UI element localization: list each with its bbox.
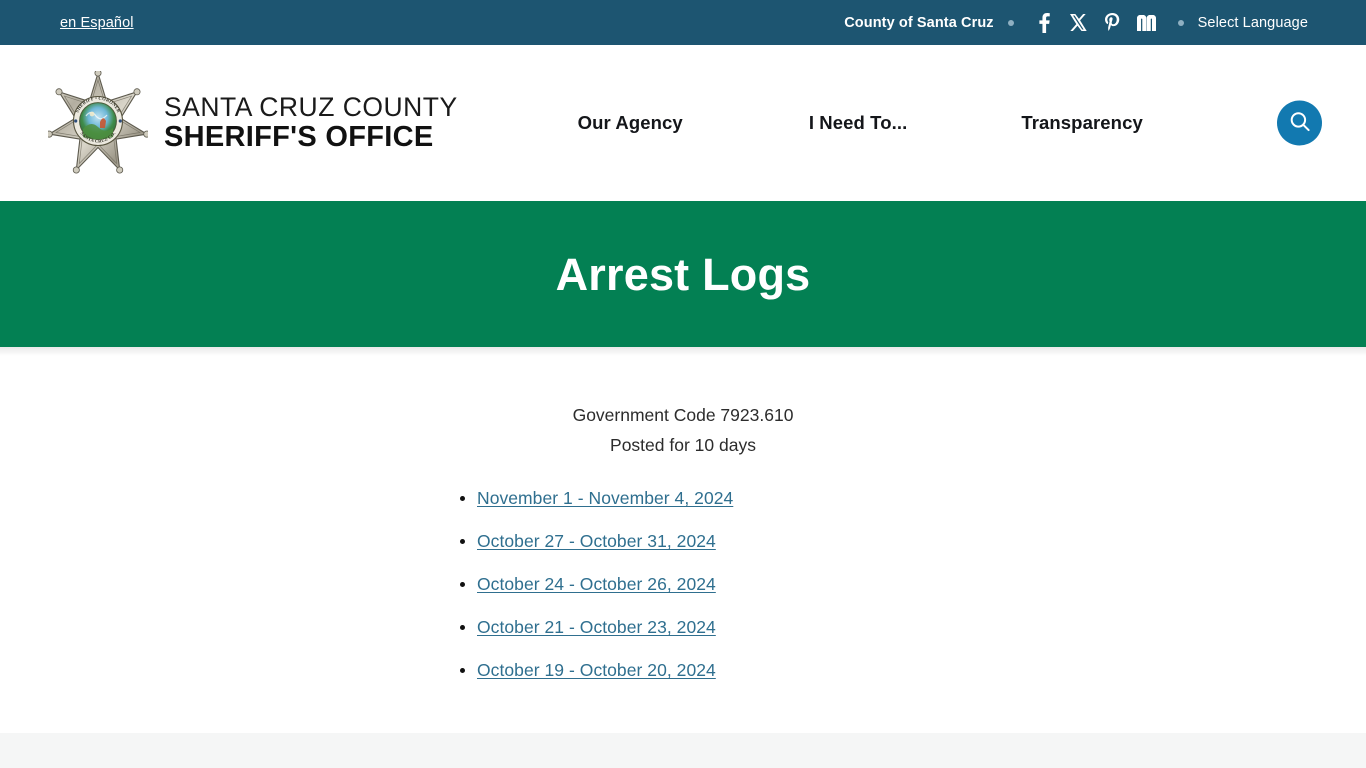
topbar-right-group: County of Santa Cruz Select Language <box>844 10 1308 36</box>
list-item: November 1 - November 4, 2024 <box>452 488 1032 510</box>
brand-line-office: SHERIFF'S OFFICE <box>164 120 434 153</box>
list-item: October 24 - October 26, 2024 <box>452 574 1032 596</box>
arrest-log-link[interactable]: October 21 - October 23, 2024 <box>477 617 716 637</box>
county-of-santa-cruz-link[interactable]: County of Santa Cruz <box>844 15 993 31</box>
list-item: October 27 - October 31, 2024 <box>452 531 1032 553</box>
separator-dot <box>1007 19 1014 26</box>
brand-wordmark: SANTA CRUZ COUNTY SHERIFF'S OFFICE <box>164 91 458 153</box>
nextdoor-icon[interactable] <box>1130 10 1164 36</box>
social-links-group <box>1028 10 1164 36</box>
site-header: SHERIFF • CORONER SANTA CRUZ CO. SANTA C… <box>0 45 1366 201</box>
intro-line-government-code: Government Code 7923.610 <box>572 405 794 425</box>
nav-item-our-agency[interactable]: Our Agency <box>578 112 683 134</box>
list-item: October 21 - October 23, 2024 <box>452 617 1032 639</box>
en-espanol-link[interactable]: en Español <box>60 15 134 31</box>
sheriff-star-badge-icon: SHERIFF • CORONER SANTA CRUZ CO. <box>45 69 151 175</box>
search-button[interactable] <box>1277 100 1322 146</box>
page-title: Arrest Logs <box>555 248 811 300</box>
list-item: October 19 - October 20, 2024 <box>452 660 1032 682</box>
page-title-banner: Arrest Logs <box>0 201 1366 347</box>
search-icon <box>1289 111 1311 136</box>
arrest-log-link[interactable]: October 24 - October 26, 2024 <box>477 574 716 594</box>
site-logo-link[interactable]: SHERIFF • CORONER SANTA CRUZ CO. SANTA C… <box>45 69 458 175</box>
main-content: Government Code 7923.610 Posted for 10 d… <box>0 356 1366 733</box>
main-navigation: Our Agency I Need To... Transparency <box>578 112 1143 134</box>
select-language-button[interactable]: Select Language <box>1198 15 1308 31</box>
arrest-log-list: November 1 - November 4, 2024 October 27… <box>452 488 1032 682</box>
top-utility-bar: en Español County of Santa Cruz Select L… <box>0 0 1366 45</box>
x-twitter-icon[interactable] <box>1062 10 1096 36</box>
pinterest-icon[interactable] <box>1096 10 1130 36</box>
arrest-log-link[interactable]: November 1 - November 4, 2024 <box>477 488 733 508</box>
brand-line-county: SANTA CRUZ COUNTY <box>164 91 458 122</box>
separator-dot <box>1177 19 1184 26</box>
nav-item-i-need-to[interactable]: I Need To... <box>809 112 908 134</box>
banner-shadow-divider <box>0 347 1366 356</box>
facebook-icon[interactable] <box>1028 10 1062 36</box>
footer-strip <box>0 733 1366 768</box>
nav-item-transparency[interactable]: Transparency <box>1021 112 1143 134</box>
arrest-log-link[interactable]: October 19 - October 20, 2024 <box>477 660 716 680</box>
intro-line-posted-for: Posted for 10 days <box>610 435 756 455</box>
arrest-log-link[interactable]: October 27 - October 31, 2024 <box>477 531 716 551</box>
